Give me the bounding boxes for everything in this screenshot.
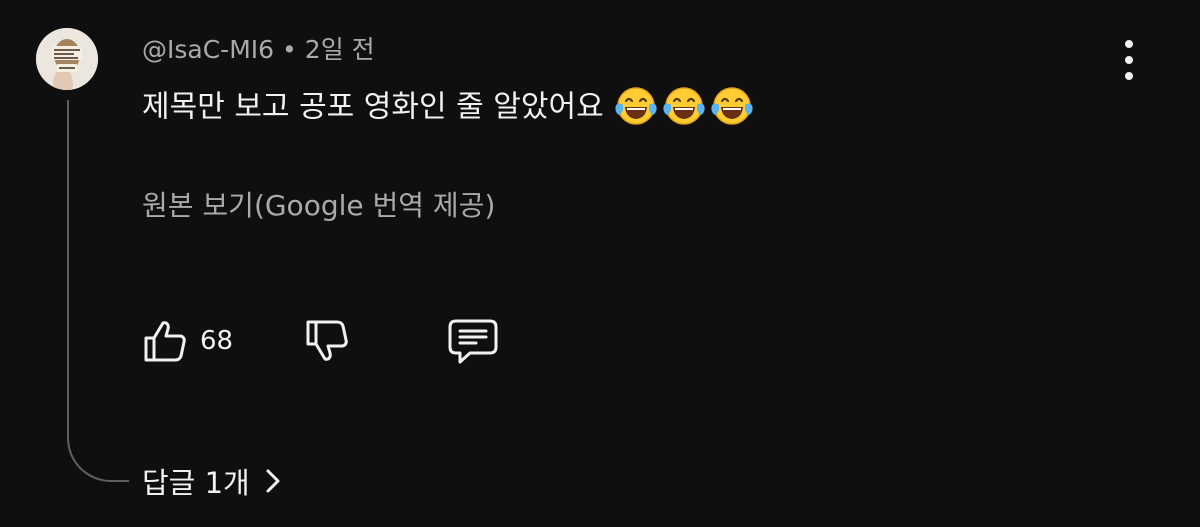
comment-body: 제목만 보고 공포 영화인 줄 알았어요 — [142, 89, 604, 125]
replies-label: 답글 1개 — [142, 466, 250, 500]
comment-thread: @IsaC-MI6 • 2일 전 제목만 보고 공포 영화인 줄 알았어요 원본 보… — [0, 0, 1200, 527]
meta-separator: • — [282, 35, 297, 64]
dislike-button[interactable] — [302, 316, 350, 366]
more-dot-icon — [1125, 40, 1133, 48]
thumbs-up-icon — [144, 321, 186, 362]
comment-text: 제목만 보고 공포 영화인 줄 알았어요 — [142, 84, 756, 132]
like-button[interactable]: 68 — [140, 316, 233, 366]
reply-button[interactable] — [446, 316, 500, 366]
more-dot-icon — [1125, 72, 1133, 80]
face-with-tears-of-joy-icon — [663, 87, 705, 125]
more-options-button[interactable] — [1114, 38, 1144, 82]
face-with-tears-of-joy-icon — [711, 87, 753, 125]
author-name[interactable]: @IsaC-MI6 — [142, 35, 274, 64]
more-dot-icon — [1125, 56, 1133, 64]
thumbs-down-icon — [306, 320, 348, 361]
thread-connector-line — [67, 100, 129, 482]
chevron-right-icon — [266, 469, 280, 493]
avatar[interactable] — [36, 28, 98, 90]
avatar-image — [36, 28, 98, 90]
see-original-link[interactable]: 원본 보기(Google 번역 제공) — [142, 184, 495, 224]
comment-timestamp[interactable]: 2일 전 — [305, 35, 375, 64]
comment-icon — [448, 319, 498, 364]
comment-header: @IsaC-MI6 • 2일 전 — [142, 30, 375, 66]
face-with-tears-of-joy-icon — [615, 87, 657, 125]
view-replies-button[interactable]: 답글 1개 — [142, 460, 282, 502]
like-count: 68 — [200, 326, 234, 356]
emoji-group — [612, 82, 756, 130]
